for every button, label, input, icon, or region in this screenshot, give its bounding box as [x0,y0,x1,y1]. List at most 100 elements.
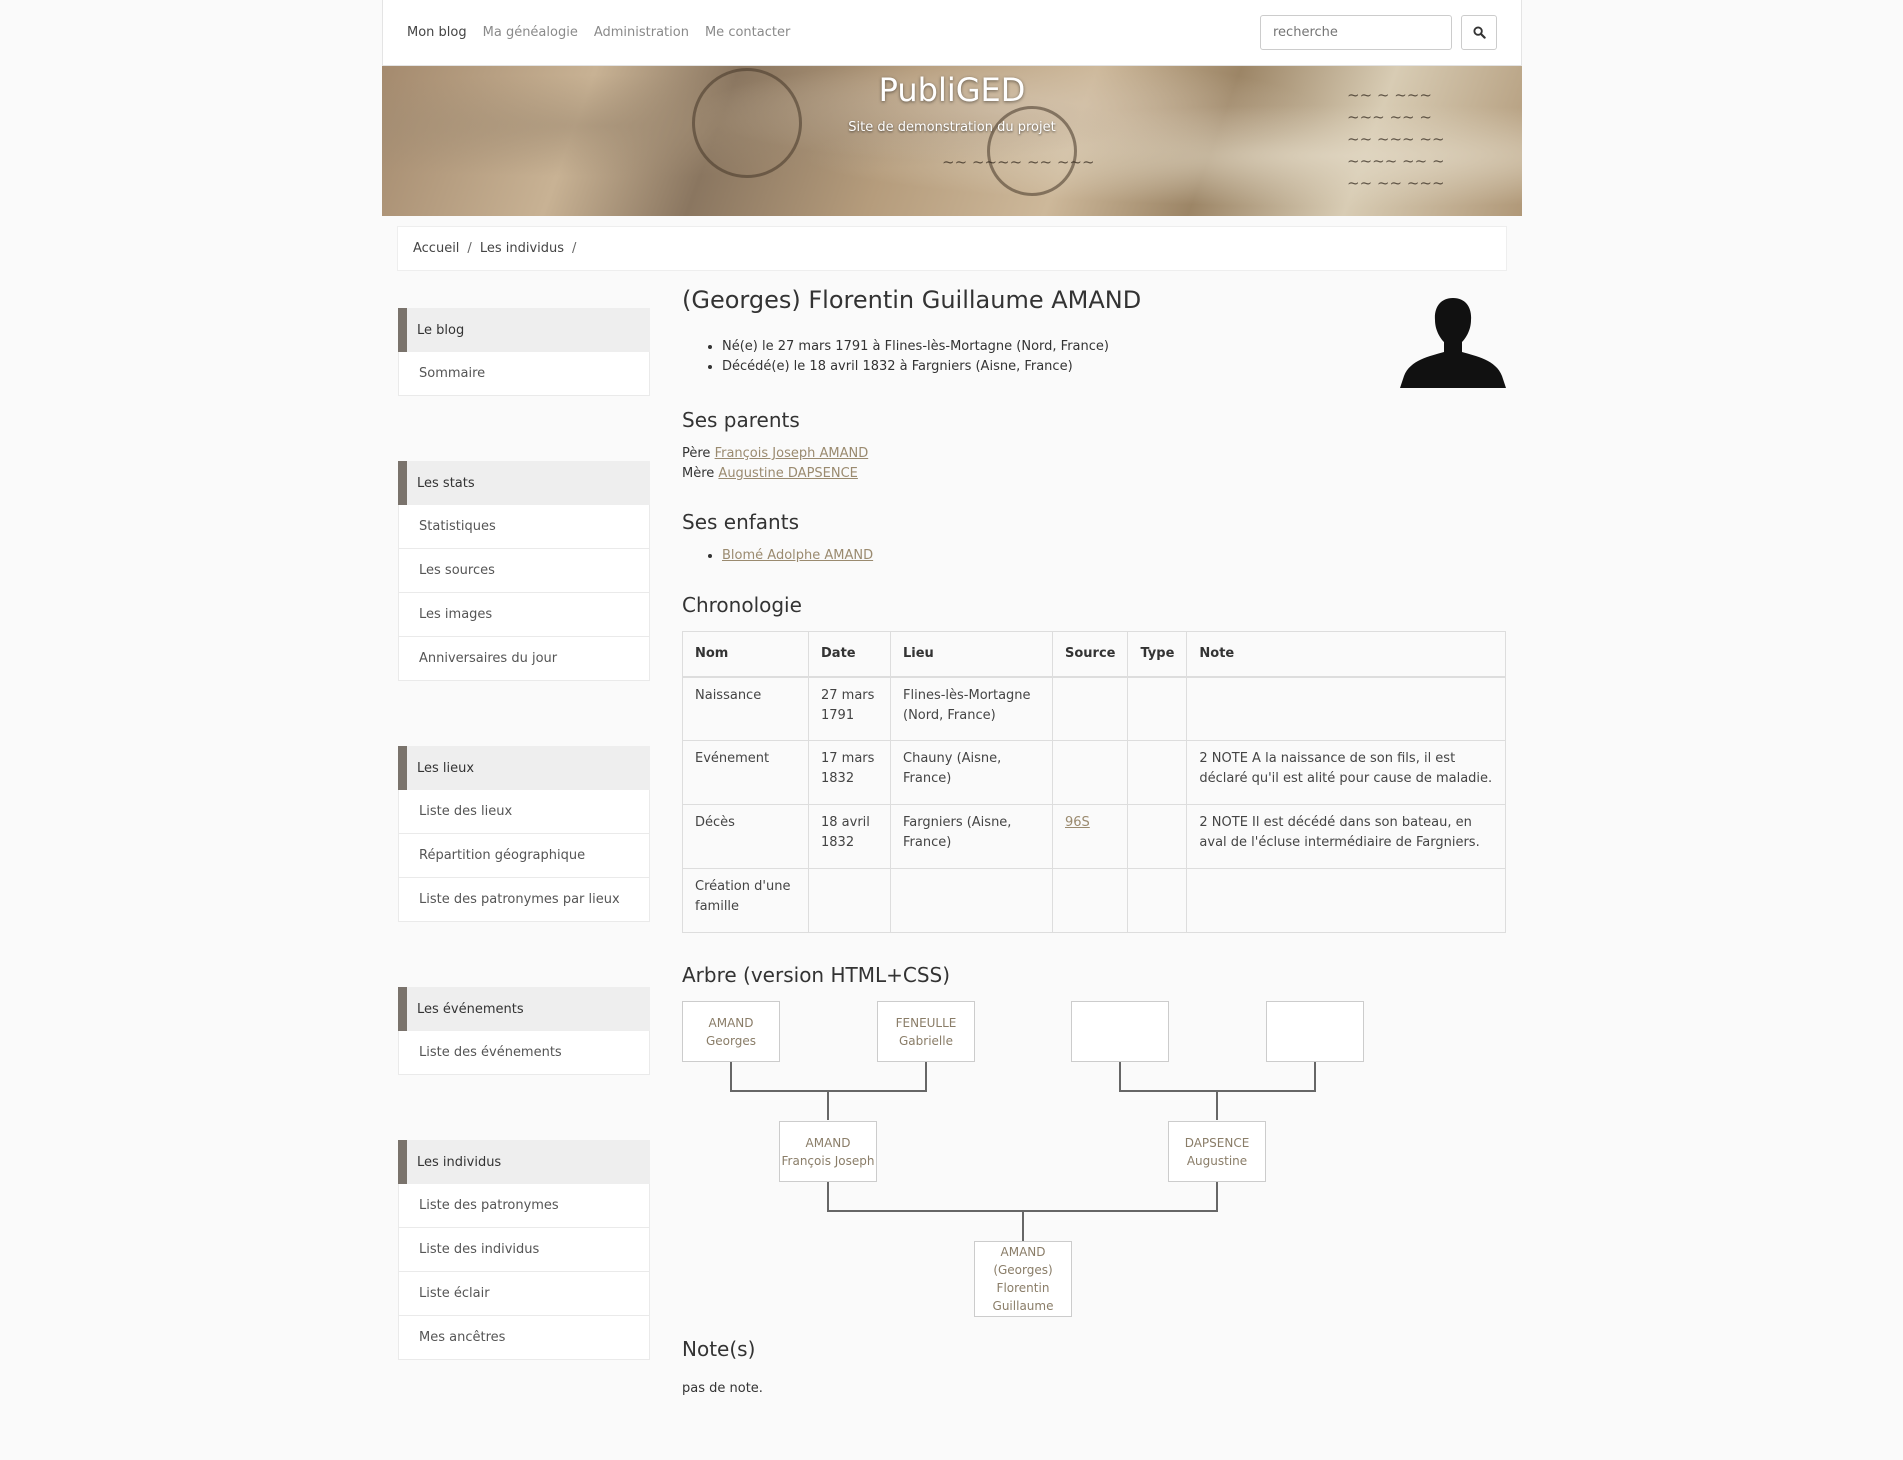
sidebar-item-les-sources[interactable]: Les sources [398,549,650,593]
cell-source [1051,868,1129,933]
child-link[interactable]: Blomé Adolphe AMAND [722,548,873,563]
father-label: Père [682,446,711,461]
cell-note [1186,676,1506,741]
source-link[interactable]: 96S [1065,815,1090,830]
breadcrumb: Accueil / Les individus / [397,226,1507,271]
tree-node-paternal-grandmother[interactable]: FENEULLE Gabrielle [877,1001,975,1062]
sidebar-panel-title: Les événements [398,987,650,1031]
person-birth: Né(e) le 27 mars 1791 à Flines-lès-Morta… [722,337,1506,357]
notes-heading: Note(s) [682,1337,756,1361]
mother-label: Mère [682,466,715,481]
sidebar-item-liste-des-lieux[interactable]: Liste des lieux [398,790,650,834]
tree-heading: Arbre (version HTML+CSS) [682,963,951,987]
sidebar-item-statistiques[interactable]: Statistiques [398,505,650,549]
header-banner: ~~ ~ ~~~ ~~~ ~~ ~ ~~ ~~~ ~~ ~~~~ ~~ ~ ~~ ~~ … [382,66,1522,216]
column-header-lieu: Lieu [890,631,1053,678]
sidebar-item-liste-des-individus[interactable]: Liste des individus [398,1228,650,1272]
cell-note [1186,868,1506,933]
tree-connector [1216,1182,1218,1212]
sidebar-item-mes-ancetres[interactable]: Mes ancêtres [398,1316,650,1360]
search-icon [1472,26,1486,39]
breadcrumb-separator: / [572,241,577,256]
tree-node-surname: AMAND [805,1135,851,1150]
tree-node-given: Georges [706,1033,756,1048]
site-title[interactable]: PubliGED [382,71,1522,109]
sidebar-item-sommaire[interactable]: Sommaire [398,352,650,396]
nav-item-administration[interactable]: Administration [594,25,689,40]
cell-lieu: Fargniers (Aisne, France) [890,804,1053,869]
tree-connector [1216,1090,1218,1120]
site-subtitle: Site de demonstration du projet [848,120,1056,135]
cell-nom: Décès [682,804,809,869]
sidebar-panel-title: Les individus [398,1140,650,1184]
sidebar-item-liste-eclair[interactable]: Liste éclair [398,1272,650,1316]
sidebar-panel-evenements: Les événements Liste des événements [398,987,650,1075]
parents-heading: Ses parents [682,408,800,432]
search-button[interactable] [1461,15,1497,50]
breadcrumb-accueil[interactable]: Accueil [413,241,459,256]
cell-date: 27 mars 1791 [808,676,891,741]
cell-source [1051,676,1129,741]
cell-type [1127,740,1188,805]
page-container: Mon blog Ma généalogie Administration Me… [382,0,1522,1396]
tree-node-maternal-grandmother[interactable] [1266,1001,1364,1062]
tree-connector [1119,1062,1121,1092]
tree-connector [827,1090,829,1120]
avatar-silhouette-icon [1400,298,1506,388]
children-list: Blomé Adolphe AMAND [722,546,1506,566]
tree-node-given: Gabrielle [899,1033,953,1048]
chronology-heading: Chronologie [682,593,802,617]
tree-node-given: François Joseph [781,1153,875,1168]
tree-node-maternal-grandfather[interactable] [1071,1001,1169,1062]
person-death: Décédé(e) le 18 avril 1832 à Fargniers (… [722,357,1506,377]
column-header-note: Note [1186,631,1506,678]
mother-link[interactable]: Augustine DAPSENCE [718,466,857,481]
sidebar-item-les-images[interactable]: Les images [398,593,650,637]
cell-type [1127,676,1188,741]
tree-node-given: (Georges) Florentin Guillaume [992,1263,1054,1313]
main-content: (Georges) Florentin Guillaume AMAND Né(e… [682,282,1506,1396]
nav-item-mon-blog[interactable]: Mon blog [407,25,467,40]
cell-type [1127,868,1188,933]
column-header-type: Type [1127,631,1188,678]
tree-node-self[interactable]: AMAND (Georges) Florentin Guillaume [974,1241,1072,1317]
nav-item-me-contacter[interactable]: Me contacter [705,25,790,40]
sidebar-item-patronymes-par-lieux[interactable]: Liste des patronymes par lieux [398,878,650,922]
cell-lieu: Chauny (Aisne, France) [890,740,1053,805]
sidebar: Le blog Sommaire Les stats Statistiques … [398,308,650,1425]
table-row: Naissance 27 mars 1791 Flines-lès-Mortag… [682,676,1506,741]
tree-node-paternal-grandfather[interactable]: AMAND Georges [682,1001,780,1062]
search-input[interactable] [1260,15,1452,50]
person-name: (Georges) Florentin Guillaume AMAND [682,286,1142,314]
tree-connector [925,1062,927,1092]
notes-text: pas de note. [682,1381,763,1396]
sidebar-item-anniversaires[interactable]: Anniversaires du jour [398,637,650,681]
breadcrumb-les-individus[interactable]: Les individus [480,241,564,256]
sidebar-item-liste-des-patronymes[interactable]: Liste des patronymes [398,1184,650,1228]
sidebar-panel-blog: Le blog Sommaire [398,308,650,396]
tree-node-surname: DAPSENCE [1184,1135,1250,1150]
breadcrumb-separator: / [467,241,472,256]
list-item: Blomé Adolphe AMAND [722,546,1506,566]
sidebar-panel-individus: Les individus Liste des patronymes Liste… [398,1140,650,1360]
tree-node-given: Augustine [1186,1153,1248,1168]
sidebar-item-liste-des-evenements[interactable]: Liste des événements [398,1031,650,1075]
column-header-nom: Nom [682,631,809,678]
sidebar-panel-title: Les lieux [398,746,650,790]
table-row: Décès 18 avril 1832 Fargniers (Aisne, Fr… [682,804,1506,869]
sidebar-panel-title: Les stats [398,461,650,505]
nav-item-ma-genealogie[interactable]: Ma généalogie [483,25,578,40]
father-link[interactable]: François Joseph AMAND [715,446,869,461]
tree-connector [1314,1062,1316,1092]
tree-connector [827,1182,829,1212]
cell-lieu: Flines-lès-Mortagne (Nord, France) [890,676,1053,741]
person-facts: Né(e) le 27 mars 1791 à Flines-lès-Morta… [722,337,1506,377]
family-tree: AMAND Georges FENEULLE Gabrielle AMAND F… [682,1001,1506,1331]
tree-node-surname: AMAND [708,1015,754,1030]
sidebar-item-repartition-geographique[interactable]: Répartition géographique [398,834,650,878]
table-row: Création d'une famille [682,868,1506,933]
sidebar-panel-lieux: Les lieux Liste des lieux Répartition gé… [398,746,650,922]
tree-node-father[interactable]: AMAND François Joseph [779,1121,877,1182]
sidebar-panel-stats: Les stats Statistiques Les sources Les i… [398,461,650,681]
tree-node-mother[interactable]: DAPSENCE Augustine [1168,1121,1266,1182]
